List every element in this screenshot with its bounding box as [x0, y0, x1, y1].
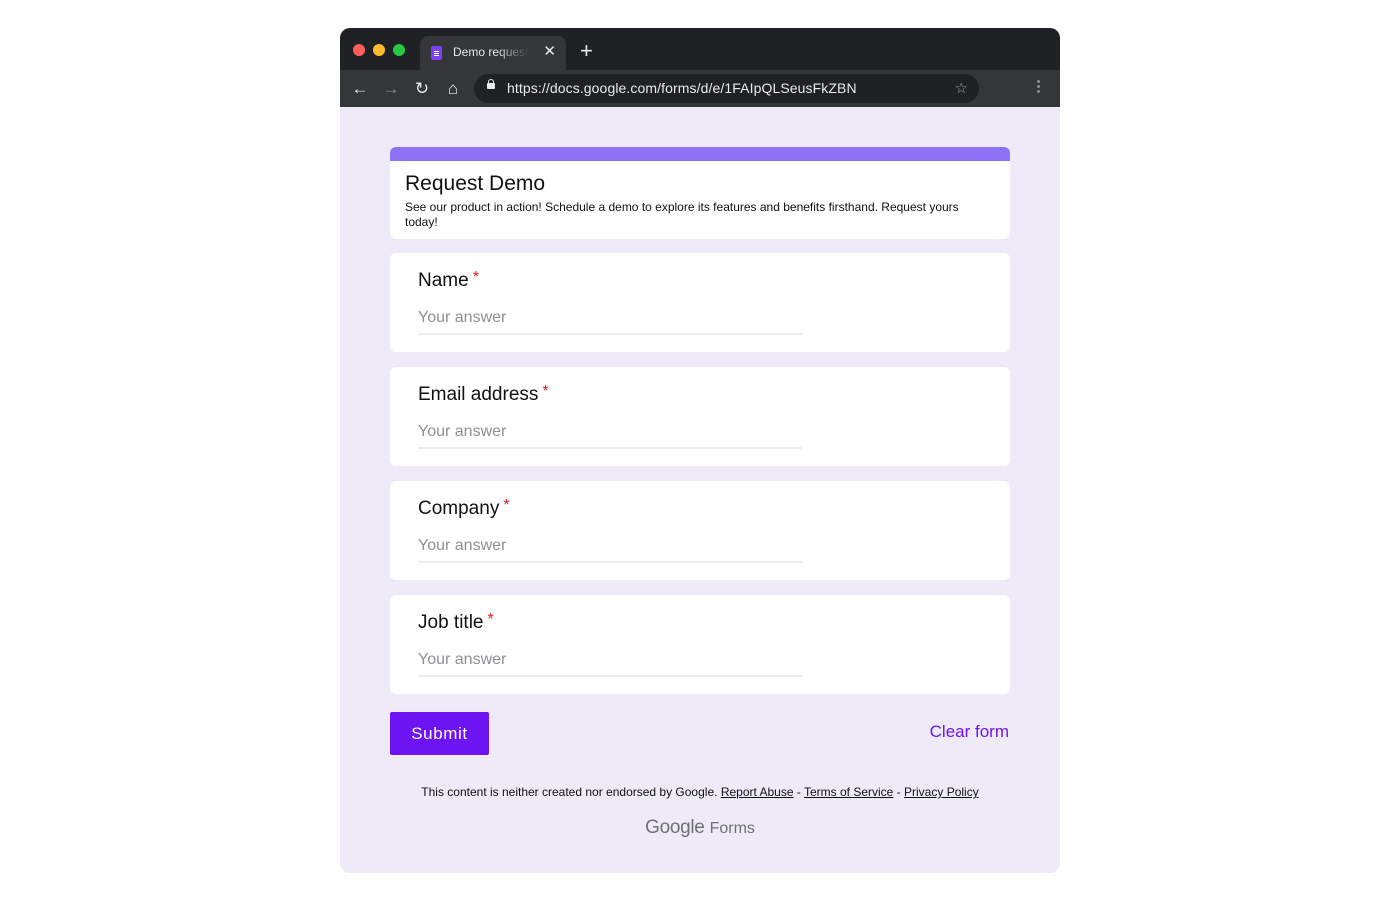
name-input[interactable]: [418, 303, 802, 335]
job-title-input[interactable]: [418, 645, 802, 677]
submit-button[interactable]: Submit: [390, 712, 489, 755]
form-description: See our product in action! Schedule a de…: [405, 200, 959, 229]
required-asterisk: *: [503, 497, 510, 514]
separator: -: [793, 785, 804, 799]
email-input[interactable]: [418, 417, 802, 449]
browser-toolbar: ← → ↻ ⌂ https://docs.google.com/forms/d/…: [340, 70, 1060, 107]
question-label-text: Company: [418, 498, 500, 519]
address-bar[interactable]: https://docs.google.com/forms/d/e/1FAIpQ…: [474, 74, 979, 103]
separator: -: [893, 785, 905, 799]
home-icon[interactable]: ⌂: [443, 79, 463, 99]
tab-title: Demo request: [453, 45, 529, 59]
required-asterisk: *: [487, 611, 494, 628]
minimize-window-button[interactable]: [373, 44, 385, 56]
question-card-name: Name *: [390, 253, 1010, 352]
disclaimer-text: This content is neither created nor endo…: [421, 785, 718, 799]
forward-arrow-icon[interactable]: →: [381, 79, 401, 99]
close-window-button[interactable]: [353, 44, 365, 56]
form-page: Request Demo See our product in action! …: [340, 107, 1060, 873]
question-label: Job title *: [418, 611, 494, 634]
google-forms-icon: [431, 46, 442, 60]
maximize-window-button[interactable]: [393, 44, 405, 56]
question-card-company: Company *: [390, 481, 1010, 580]
tab-bar: Demo request ✕ +: [340, 28, 1060, 70]
back-arrow-icon[interactable]: ←: [350, 79, 370, 99]
question-card-job-title: Job title *: [390, 595, 1010, 694]
form-title: Request Demo: [405, 172, 546, 195]
company-input[interactable]: [418, 531, 802, 563]
question-label: Name *: [418, 269, 479, 292]
question-label: Email address *: [418, 383, 549, 406]
browser-tab[interactable]: Demo request ✕: [420, 36, 566, 70]
clear-form-button[interactable]: Clear form: [930, 722, 1009, 742]
footer-disclaimer: This content is neither created nor endo…: [340, 785, 1060, 799]
close-tab-icon[interactable]: ✕: [543, 43, 556, 61]
question-card-email: Email address *: [390, 367, 1010, 466]
privacy-policy-link[interactable]: Privacy Policy: [904, 785, 979, 799]
question-label-text: Email address: [418, 384, 539, 405]
url-text[interactable]: https://docs.google.com/forms/d/e/1FAIpQ…: [507, 80, 857, 96]
browser-window: Demo request ✕ + ← → ↻ ⌂ https://docs.go…: [340, 28, 1060, 873]
lock-icon: [487, 79, 495, 89]
brand-forms: Forms: [709, 820, 755, 837]
accent-band: [390, 147, 1010, 161]
reload-icon[interactable]: ↻: [412, 79, 432, 99]
new-tab-button[interactable]: +: [580, 40, 593, 62]
terms-of-service-link[interactable]: Terms of Service: [804, 785, 893, 799]
form-header-card: Request Demo See our product in action! …: [390, 147, 1010, 239]
question-label-text: Job title: [418, 612, 484, 633]
browser-menu-icon[interactable]: [1037, 80, 1040, 83]
report-abuse-link[interactable]: Report Abuse: [721, 785, 794, 799]
google-forms-logo[interactable]: Google Forms: [340, 817, 1060, 839]
required-asterisk: *: [472, 269, 479, 286]
question-label-text: Name: [418, 270, 469, 291]
required-asterisk: *: [542, 383, 549, 400]
bookmark-star-icon[interactable]: ☆: [955, 79, 968, 97]
brand-google: Google: [645, 817, 705, 838]
question-label: Company *: [418, 497, 510, 520]
